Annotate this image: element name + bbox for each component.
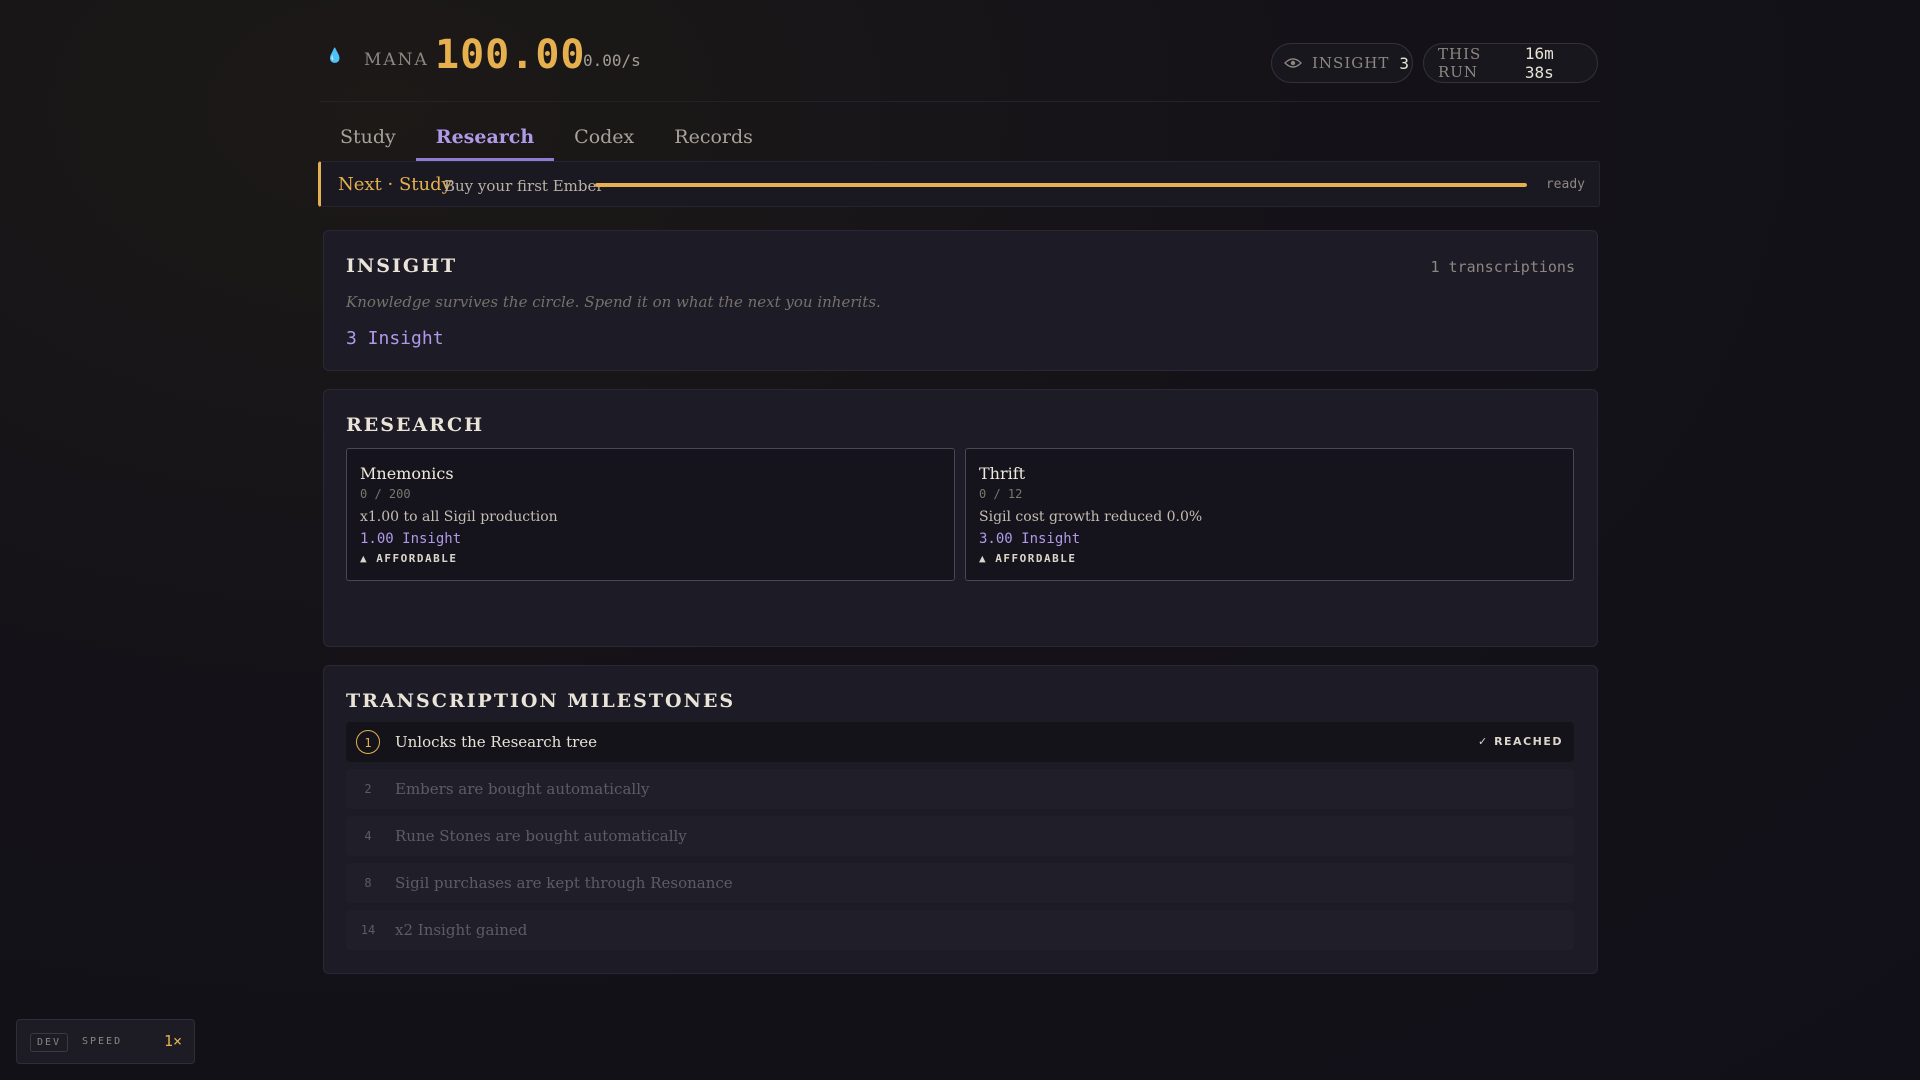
next-goal-banner: Next · Study Buy your first Ember ready	[318, 161, 1600, 207]
milestones-card: TRANSCRIPTION MILESTONES 1 Unlocks the R…	[323, 665, 1598, 974]
milestone-number: 2	[364, 782, 372, 796]
milestone-row: 2 Embers are bought automatically	[346, 769, 1574, 809]
mana-rate: 0.00/s	[583, 51, 641, 70]
mana-label: MANA	[364, 50, 429, 70]
tab-study[interactable]: Study	[320, 115, 416, 161]
milestone-row: 1 Unlocks the Research tree ✓ REACHED	[346, 722, 1574, 762]
research-node-effect: x1.00 to all Sigil production	[360, 509, 558, 525]
insight-card-title: INSIGHT	[346, 255, 458, 277]
next-goal-text: Buy your first Ember	[444, 177, 604, 195]
next-goal-status: ready	[1545, 177, 1585, 192]
research-node-thrift[interactable]: Thrift 0 / 12 Sigil cost growth reduced …	[965, 448, 1574, 581]
milestone-text: Embers are bought automatically	[395, 780, 650, 798]
milestone-number: 4	[364, 829, 372, 843]
next-goal-label: Next · Study	[338, 174, 452, 195]
milestone-row: 8 Sigil purchases are kept through Reson…	[346, 863, 1574, 903]
mana-drop-icon: 💧	[326, 48, 344, 64]
mana-value: 100.00	[435, 32, 586, 78]
research-node-status: ▲ AFFORDABLE	[979, 552, 1077, 565]
research-node-level: 0 / 12	[979, 487, 1023, 501]
milestone-text: x2 Insight gained	[395, 921, 528, 939]
tab-codex[interactable]: Codex	[554, 115, 654, 161]
insight-description: Knowledge survives the circle. Spend it …	[346, 293, 881, 311]
insight-card: INSIGHT 1 transcriptions Knowledge survi…	[323, 230, 1598, 371]
milestone-row: 4 Rune Stones are bought automatically	[346, 816, 1574, 856]
research-node-mnemonics[interactable]: Mnemonics 0 / 200 x1.00 to all Sigil pro…	[346, 448, 955, 581]
research-node-name: Mnemonics	[360, 464, 454, 483]
run-timer-value: 16m 38s	[1524, 44, 1554, 82]
milestone-number: 1	[356, 730, 380, 754]
speed-value[interactable]: 1×	[164, 1032, 182, 1050]
tab-bar: Study Research Codex Records	[320, 115, 773, 161]
milestone-reached-badge: ✓ REACHED	[1478, 735, 1563, 748]
research-node-cost: 1.00 Insight	[360, 531, 462, 547]
run-timer-label: THIS RUN	[1438, 45, 1482, 81]
milestone-text: Sigil purchases are kept through Resonan…	[395, 874, 733, 892]
transcriptions-count: 1 transcriptions	[1430, 258, 1576, 276]
speed-label: SPEED	[82, 1036, 123, 1047]
next-goal-progress-bar	[595, 183, 1527, 187]
eye-icon	[1284, 57, 1302, 69]
milestone-text: Unlocks the Research tree	[395, 733, 598, 751]
milestone-number: 8	[364, 876, 372, 890]
next-goal-progress-fill	[595, 183, 1527, 187]
research-node-status: ▲ AFFORDABLE	[360, 552, 458, 565]
dev-tag: DEV	[30, 1033, 69, 1052]
header: 💧 MANA 100.00 0.00/s INSIGHT 3 THIS RUN …	[320, 30, 1600, 102]
research-card-title: RESEARCH	[346, 414, 485, 436]
insight-pill: INSIGHT 3	[1271, 43, 1413, 83]
tab-research[interactable]: Research	[415, 115, 555, 161]
milestones-card-title: TRANSCRIPTION MILESTONES	[346, 690, 736, 712]
research-node-name: Thrift	[979, 464, 1026, 483]
insight-amount: 3 Insight	[346, 328, 444, 349]
milestone-text: Rune Stones are bought automatically	[395, 827, 687, 845]
insight-pill-label: INSIGHT	[1312, 54, 1390, 72]
research-node-cost: 3.00 Insight	[979, 531, 1081, 547]
research-node-level: 0 / 200	[360, 487, 411, 501]
milestone-row: 14 x2 Insight gained	[346, 910, 1574, 950]
app-root: 💧 MANA 100.00 0.00/s INSIGHT 3 THIS RUN …	[318, 0, 1600, 1080]
dev-speed-widget[interactable]: DEV SPEED 1×	[16, 1019, 195, 1064]
milestone-number: 14	[360, 923, 376, 937]
tab-records[interactable]: Records	[654, 115, 773, 161]
run-timer-pill: THIS RUN 16m 38s	[1423, 43, 1598, 83]
insight-pill-value: 3	[1399, 53, 1409, 73]
research-card: RESEARCH Mnemonics 0 / 200 x1.00 to all …	[323, 389, 1598, 647]
research-node-effect: Sigil cost growth reduced 0.0%	[979, 509, 1203, 525]
